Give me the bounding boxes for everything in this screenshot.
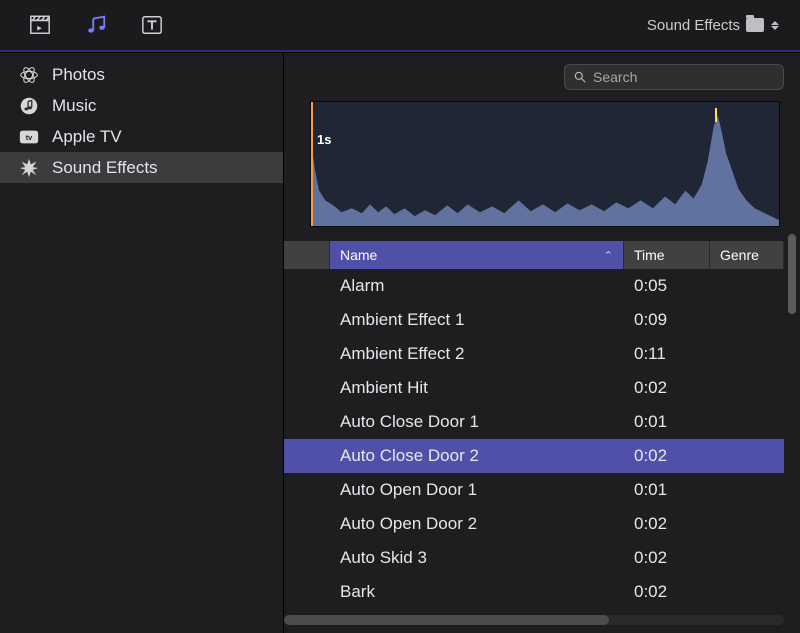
horizontal-scrollbar[interactable] xyxy=(284,615,784,625)
search-input[interactable] xyxy=(564,64,784,90)
column-label: Name xyxy=(340,247,377,263)
cell-name: Auto Open Door 1 xyxy=(330,480,624,500)
sidebar-item-sound-effects[interactable]: Sound Effects xyxy=(0,152,283,183)
sidebar-item-label: Photos xyxy=(52,65,105,85)
cell-time: 0:02 xyxy=(624,446,710,466)
table-body[interactable]: Alarm0:05Ambient Effect 10:09Ambient Eff… xyxy=(284,269,784,609)
music-icon xyxy=(18,95,40,117)
cell-name: Alarm xyxy=(330,276,624,296)
column-label: Genre xyxy=(720,247,759,263)
vertical-scrollbar-thumb[interactable] xyxy=(788,234,796,314)
sidebar-item-label: Music xyxy=(52,96,96,116)
cell-name: Ambient Effect 2 xyxy=(330,344,624,364)
cell-name: Auto Close Door 1 xyxy=(330,412,624,432)
scrollbar-thumb[interactable] xyxy=(284,615,609,625)
tab-media[interactable] xyxy=(12,0,68,50)
cell-time: 0:02 xyxy=(624,378,710,398)
cell-name: Bark xyxy=(330,582,624,602)
table-row[interactable]: Bark0:02 xyxy=(284,575,784,609)
table-header: Name ⌃ Time Genre xyxy=(284,241,784,269)
cell-name: Ambient Hit xyxy=(330,378,624,398)
table-row[interactable]: Auto Close Door 10:01 xyxy=(284,405,784,439)
column-label: Time xyxy=(634,247,665,263)
sidebar-item-appletv[interactable]: 🣿tv Apple TV xyxy=(0,121,283,152)
appletv-icon: 🣿tv xyxy=(18,126,40,148)
cell-time: 0:11 xyxy=(624,344,710,364)
waveform-preview[interactable]: 1s xyxy=(310,101,780,227)
cell-time: 0:02 xyxy=(624,582,710,602)
cell-name: Auto Open Door 2 xyxy=(330,514,624,534)
breadcrumb-dropdown[interactable]: Sound Effects xyxy=(647,17,796,34)
main-split: Photos Music 🣿tv Apple TV So xyxy=(0,53,800,633)
waveform-time-label: 1s xyxy=(317,132,331,147)
breadcrumb-label: Sound Effects xyxy=(647,17,740,34)
cell-name: Auto Close Door 2 xyxy=(330,446,624,466)
sidebar: Photos Music 🣿tv Apple TV So xyxy=(0,53,284,633)
tab-titles[interactable] xyxy=(124,0,180,50)
sort-ascending-icon: ⌃ xyxy=(604,249,613,262)
svg-text:🣿tv: 🣿tv xyxy=(26,132,33,141)
table-row[interactable]: Alarm0:05 xyxy=(284,269,784,303)
table-row[interactable]: Auto Close Door 20:02 xyxy=(284,439,784,473)
sidebar-item-label: Apple TV xyxy=(52,127,122,147)
burst-icon xyxy=(18,157,40,179)
tab-group xyxy=(4,0,180,50)
table-row[interactable]: Ambient Effect 20:11 xyxy=(284,337,784,371)
column-header-time[interactable]: Time xyxy=(624,241,710,269)
search-field[interactable] xyxy=(593,69,775,85)
cell-time: 0:02 xyxy=(624,548,710,568)
search-row xyxy=(284,53,800,101)
cell-name: Auto Skid 3 xyxy=(330,548,624,568)
table-row[interactable]: Auto Open Door 10:01 xyxy=(284,473,784,507)
search-icon xyxy=(573,70,587,84)
folder-icon xyxy=(746,18,764,32)
cell-time: 0:02 xyxy=(624,514,710,534)
table-row[interactable]: Auto Open Door 20:02 xyxy=(284,507,784,541)
waveform-icon xyxy=(311,102,779,226)
tab-audio[interactable] xyxy=(68,0,124,50)
cell-time: 0:01 xyxy=(624,480,710,500)
sidebar-item-label: Sound Effects xyxy=(52,158,158,178)
column-header-genre[interactable]: Genre xyxy=(710,241,784,269)
cell-time: 0:01 xyxy=(624,412,710,432)
photos-icon xyxy=(18,64,40,86)
cell-time: 0:09 xyxy=(624,310,710,330)
playhead[interactable] xyxy=(311,102,313,226)
table-row[interactable]: Ambient Hit0:02 xyxy=(284,371,784,405)
music-notes-icon xyxy=(84,14,108,36)
clapperboard-icon xyxy=(28,14,52,36)
stepper-updown-icon xyxy=(770,21,780,30)
column-header-name[interactable]: Name ⌃ xyxy=(330,241,624,269)
content-pane: 1s Name ⌃ Time Genre Alarm0:05Ambient Ef… xyxy=(284,53,800,633)
sidebar-item-music[interactable]: Music xyxy=(0,90,283,121)
playhead-marker xyxy=(715,108,717,122)
table-row[interactable]: Ambient Effect 10:09 xyxy=(284,303,784,337)
table-row[interactable]: Auto Skid 30:02 xyxy=(284,541,784,575)
titles-icon xyxy=(140,14,164,36)
cell-name: Ambient Effect 1 xyxy=(330,310,624,330)
column-header-preicon[interactable] xyxy=(284,241,330,269)
top-tab-bar: Sound Effects xyxy=(0,0,800,50)
cell-time: 0:05 xyxy=(624,276,710,296)
sidebar-item-photos[interactable]: Photos xyxy=(0,59,283,90)
